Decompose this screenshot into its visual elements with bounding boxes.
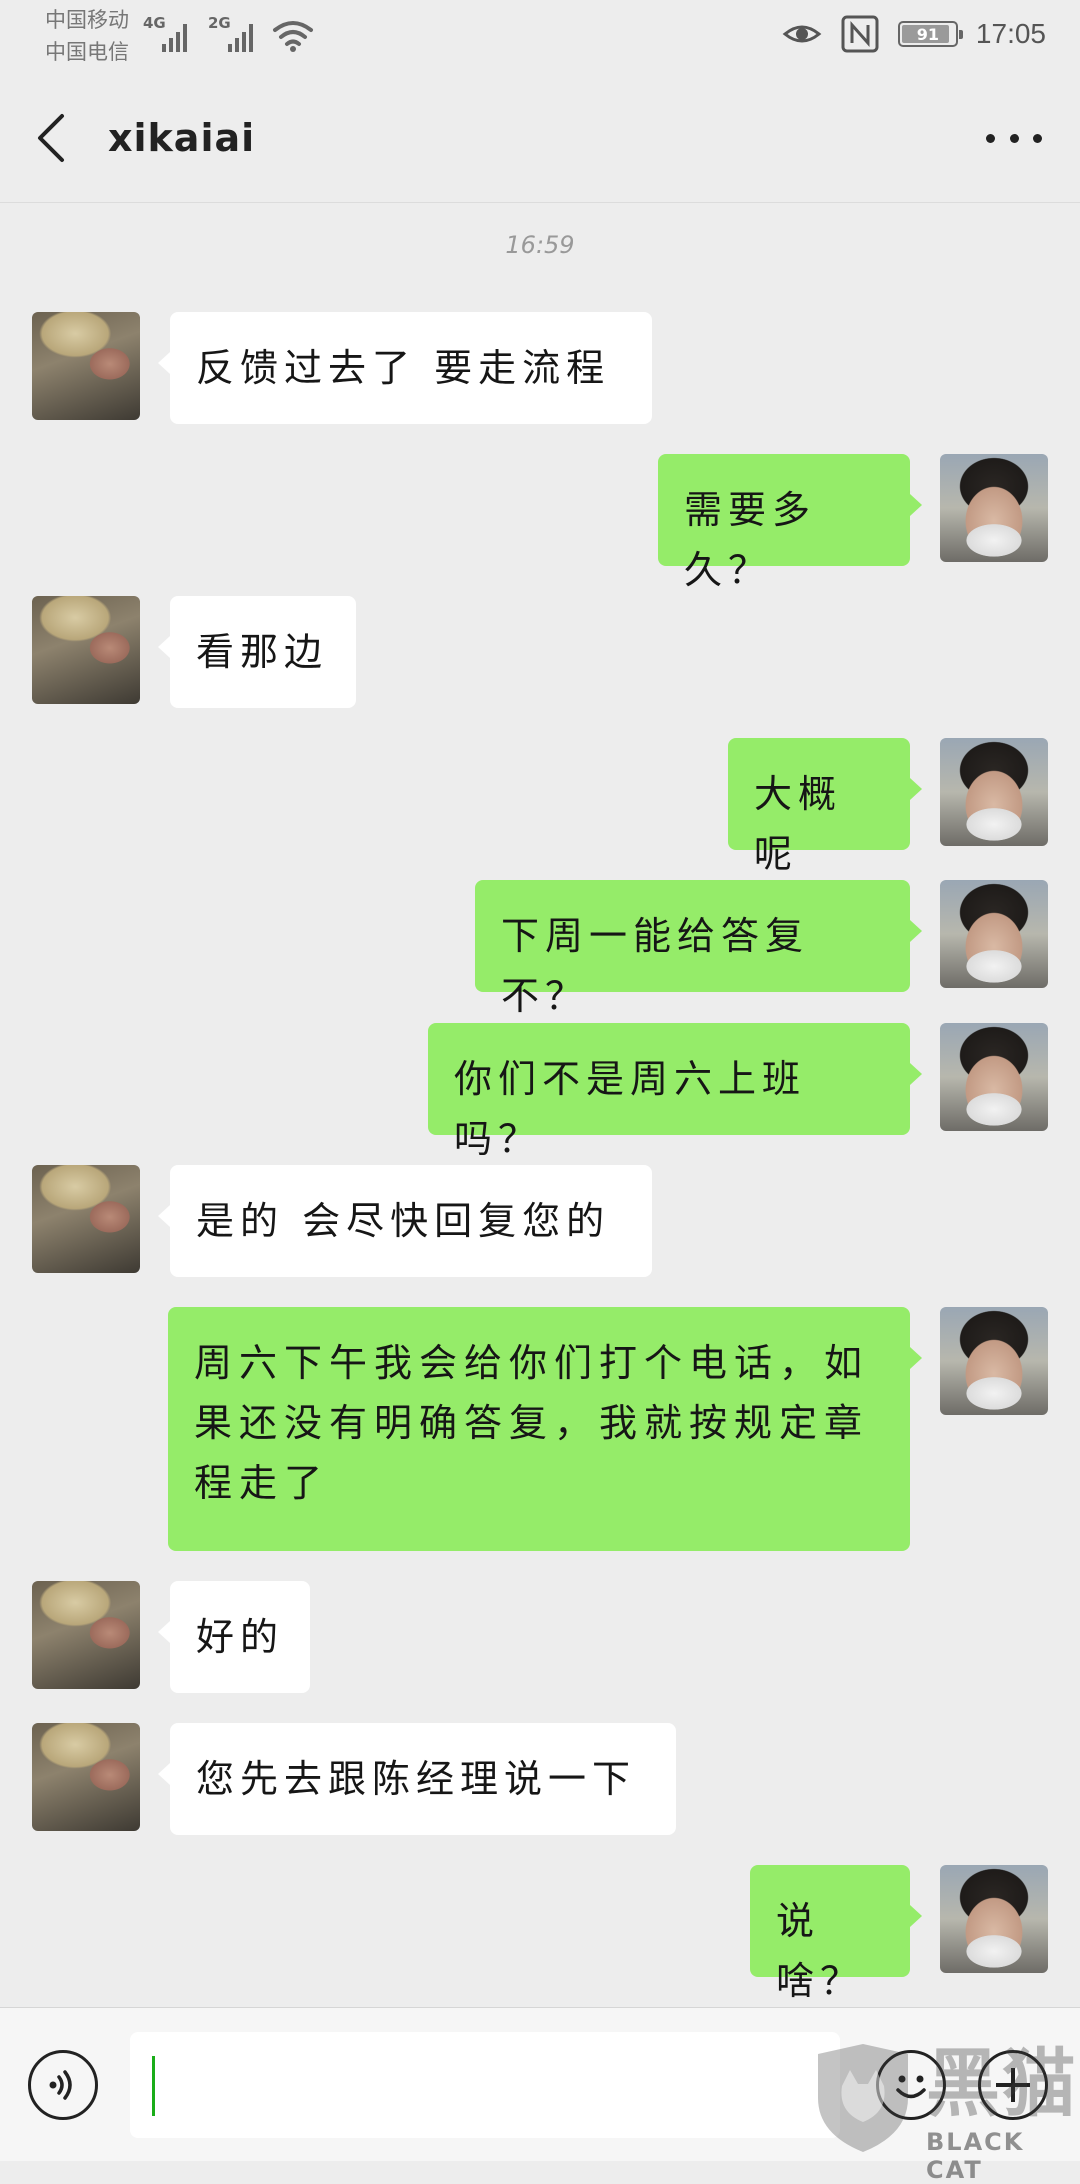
contact-avatar[interactable] — [32, 312, 140, 420]
message-timestamp: 16:59 — [505, 231, 575, 259]
message-bubble[interactable]: 你们不是周六上班吗？ — [428, 1023, 922, 1161]
chat-title: xikaiai — [108, 116, 256, 160]
message-bubble[interactable]: 好的 — [158, 1581, 310, 1693]
self-avatar[interactable] — [940, 880, 1048, 988]
message-input[interactable] — [130, 2032, 840, 2138]
contact-avatar[interactable] — [32, 1723, 140, 1831]
status-time: 17:05 — [975, 18, 1046, 49]
carrier-1: 中国移动 — [45, 8, 129, 32]
nfc-icon — [841, 15, 879, 53]
contact-avatar[interactable] — [32, 1581, 140, 1689]
battery-icon: 91 — [897, 21, 963, 47]
self-avatar[interactable] — [940, 1307, 1048, 1415]
self-avatar[interactable] — [940, 1023, 1048, 1131]
battery-percent: 91 — [916, 24, 940, 44]
back-arrow-icon[interactable] — [30, 110, 78, 166]
message-bubble[interactable]: 下周一能给答复不？ — [475, 880, 922, 1018]
contact-avatar[interactable] — [32, 1165, 140, 1273]
wifi-icon — [273, 21, 313, 52]
message-bubble[interactable]: 周六下午我会给你们打个电话，如果还没有明确答复，我就按规定章程走了 — [168, 1307, 922, 1551]
message-bubble[interactable]: 您先去跟陈经理说一下 — [158, 1723, 676, 1835]
self-avatar[interactable] — [940, 1865, 1048, 1973]
message-list[interactable]: 16:59 反馈过去了 要走流程 需要多久？ 看那边 大概呢 下周一能给答复不？… — [0, 203, 1080, 2007]
plus-icon[interactable] — [978, 2050, 1048, 2120]
message-bubble[interactable]: 反馈过去了 要走流程 — [158, 312, 652, 424]
contact-avatar[interactable] — [32, 596, 140, 704]
status-bar: 中国移动 中国电信 4G 2G 91 17:05 — [0, 0, 1080, 70]
voice-icon[interactable] — [28, 2050, 98, 2120]
input-bar — [0, 2007, 1080, 2161]
self-avatar[interactable] — [940, 454, 1048, 562]
voice-wave-icon — [49, 2070, 72, 2100]
emoji-icon[interactable] — [876, 2050, 946, 2120]
smile-face-icon — [896, 2075, 926, 2099]
signal-icon — [228, 22, 253, 52]
more-icon[interactable] — [986, 120, 1042, 156]
message-bubble[interactable]: 是的 会尽快回复您的 — [158, 1165, 652, 1277]
text-cursor — [152, 2056, 155, 2116]
eye-icon — [782, 25, 822, 43]
message-bubble[interactable]: 大概呢 — [728, 738, 922, 876]
message-bubble[interactable]: 需要多久？ — [658, 454, 922, 592]
self-avatar[interactable] — [940, 738, 1048, 846]
signal-icon — [162, 22, 187, 52]
message-bubble[interactable]: 说啥？ — [750, 1865, 922, 2003]
chat-header: xikaiai — [0, 70, 1080, 203]
message-bubble[interactable]: 看那边 — [158, 596, 356, 708]
carrier-2: 中国电信 — [45, 40, 129, 64]
